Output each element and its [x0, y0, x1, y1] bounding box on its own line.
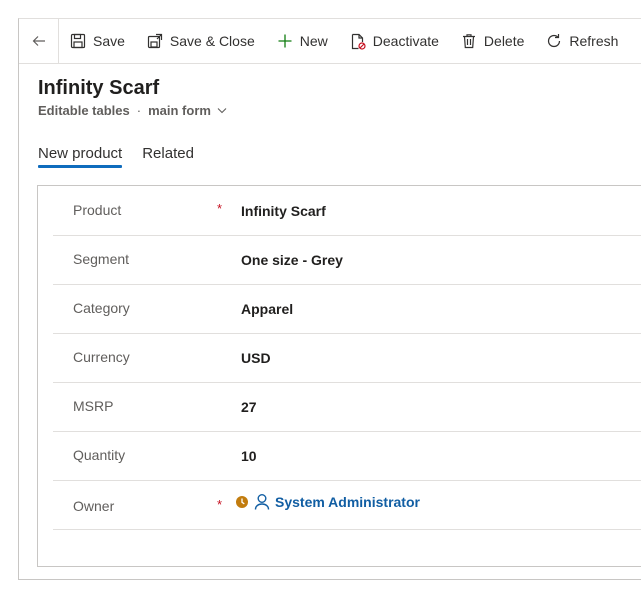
form-window: Save Save & Close New Deactivate Delete …: [18, 18, 641, 580]
arrow-left-icon: [32, 36, 45, 46]
deactivate-label: Deactivate: [372, 33, 439, 49]
field-label: Product: [73, 202, 122, 218]
tab-related[interactable]: Related: [142, 145, 194, 168]
field-msrp[interactable]: MSRP 27: [53, 382, 641, 432]
plus-icon: [278, 34, 292, 48]
field-value[interactable]: Apparel: [241, 301, 293, 317]
field-category[interactable]: Category Apparel: [53, 284, 641, 334]
field-segment[interactable]: Segment One size - Grey: [53, 235, 641, 285]
person-icon: [254, 494, 270, 510]
delete-label: Delete: [483, 33, 525, 49]
save-close-button[interactable]: Save & Close: [136, 19, 266, 63]
save-button[interactable]: Save: [59, 19, 136, 63]
back-button[interactable]: [19, 19, 59, 63]
refresh-icon: [548, 34, 561, 48]
required-indicator: *: [217, 497, 223, 512]
floppy-disk-icon: [70, 33, 86, 49]
refresh-button[interactable]: Refresh: [535, 19, 629, 63]
chevron-down-icon: [217, 108, 227, 114]
document-deactivate-icon: [351, 33, 366, 50]
entity-name: Editable tables: [38, 103, 130, 118]
save-label: Save: [93, 33, 125, 49]
field-product[interactable]: Product * Infinity Scarf: [53, 186, 641, 236]
required-indicator: *: [217, 201, 223, 216]
field-value[interactable]: USD: [241, 350, 271, 366]
trash-icon: [462, 34, 475, 49]
field-value[interactable]: Infinity Scarf: [241, 203, 326, 219]
field-label: Owner: [73, 498, 115, 514]
owner-lookup[interactable]: System Administrator: [235, 493, 420, 511]
field-value[interactable]: 10: [241, 448, 257, 464]
form-section: Product * Infinity Scarf Segment One siz…: [37, 185, 641, 567]
record-title: Infinity Scarf: [38, 77, 160, 99]
field-value[interactable]: One size - Grey: [241, 252, 343, 268]
field-currency[interactable]: Currency USD: [53, 333, 641, 383]
refresh-label: Refresh: [569, 33, 619, 49]
separator: ·: [136, 103, 142, 118]
new-button[interactable]: New: [266, 19, 339, 63]
field-value[interactable]: 27: [241, 399, 257, 415]
form-tabs: New product Related: [38, 145, 214, 168]
save-close-icon: [147, 33, 163, 49]
save-close-label: Save & Close: [169, 33, 255, 49]
command-bar: Save Save & Close New Deactivate Delete …: [19, 19, 641, 64]
presence-away-icon: [236, 496, 248, 508]
field-label: Segment: [73, 251, 130, 267]
field-owner[interactable]: Owner * System Administrator: [53, 480, 641, 530]
form-name: main form: [148, 103, 211, 118]
form-selector[interactable]: Editable tables · main form: [38, 103, 227, 118]
field-label: Quantity: [73, 447, 126, 463]
field-label: Currency: [73, 349, 130, 365]
field-label: MSRP: [73, 398, 114, 414]
field-label: Category: [73, 300, 130, 316]
owner-link[interactable]: System Administrator: [275, 494, 420, 510]
delete-button[interactable]: Delete: [450, 19, 535, 63]
deactivate-button[interactable]: Deactivate: [339, 19, 450, 63]
field-quantity[interactable]: Quantity 10: [53, 431, 641, 481]
new-label: New: [299, 33, 328, 49]
tab-new-product[interactable]: New product: [38, 145, 123, 168]
